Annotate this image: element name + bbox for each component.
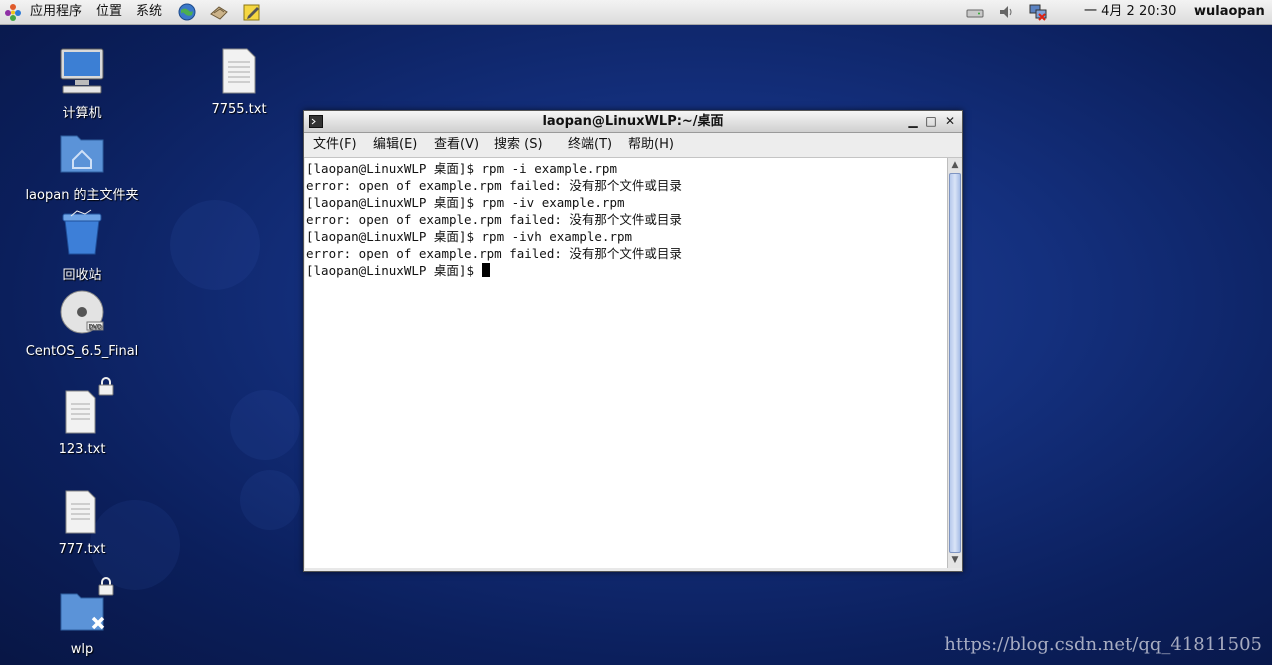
text-file-icon [65, 490, 96, 534]
desktop-icon-label: 计算机 [62, 106, 102, 121]
desktop-icon-label: wlp [70, 642, 94, 657]
desktop-icon-777-txt[interactable]: 777.txt [12, 486, 152, 557]
background-bubble [170, 200, 260, 290]
scroll-up-icon[interactable]: ▲ [949, 159, 961, 172]
lock-icon [98, 377, 114, 396]
desktop-icon-label: 回收站 [62, 268, 102, 283]
desktop-icon-label: 7755.txt [211, 102, 267, 117]
desktop-icon-dvd[interactable]: DVD CentOS_6.5_Final [12, 288, 152, 359]
text-file-icon [222, 48, 256, 94]
terminal-icon [309, 115, 323, 128]
applications-menu-icon[interactable] [3, 2, 23, 22]
desktop-icon-trash[interactable]: 回收站 [12, 208, 152, 283]
web-browser-icon[interactable] [177, 2, 197, 22]
background-bubble [230, 390, 300, 460]
desktop-icon-wlp[interactable]: wlp [12, 586, 152, 657]
vertical-scrollbar[interactable]: ▲ ▼ [947, 158, 962, 568]
scrollbar-thumb[interactable] [949, 173, 961, 553]
text-editor-icon[interactable] [242, 2, 262, 22]
top-panel: 应用程序 位置 系统 一 4月 2 20:30 wulaopan [0, 0, 1272, 25]
desktop-icon-home-folder[interactable]: laopan 的主文件夹 [12, 128, 152, 203]
close-button[interactable]: ✕ [943, 114, 957, 128]
mail-client-icon[interactable] [209, 2, 229, 22]
window-title: laopan@LinuxWLP:~/桌面 [542, 114, 724, 129]
terminal-prompt: [laopan@LinuxWLP 桌面]$ [306, 263, 482, 278]
clock[interactable]: 一 4月 2 20:30 [1084, 0, 1176, 24]
menu-file[interactable]: 文件(F) [313, 133, 357, 157]
menu-help[interactable]: 帮助(H) [628, 133, 674, 157]
scroll-down-icon[interactable]: ▼ [949, 554, 961, 567]
terminal-window[interactable]: laopan@LinuxWLP:~/桌面 ▁ □ ✕ 文件(F) 编辑(E) 查… [303, 110, 963, 572]
home-folder-icon [60, 135, 104, 173]
terminal-prompt-line: [laopan@LinuxWLP 桌面]$ [306, 262, 490, 279]
background-bubble [240, 470, 300, 530]
trash-icon [62, 209, 102, 255]
dvd-icon: DVD [60, 290, 104, 334]
menu-system[interactable]: 系统 [136, 0, 162, 24]
watermark: https://blog.csdn.net/qq_41811505 [944, 634, 1262, 655]
desktop-icon-label: CentOS_6.5_Final [25, 344, 139, 359]
lock-icon [98, 577, 114, 596]
network-drive-icon[interactable] [965, 2, 985, 22]
menu-search[interactable]: 搜索 (S) [494, 133, 543, 157]
desktop-icon-label: 777.txt [58, 542, 106, 557]
desktop-icon-label: 123.txt [58, 442, 106, 457]
terminal-titlebar[interactable]: laopan@LinuxWLP:~/桌面 ▁ □ ✕ [304, 111, 962, 133]
desktop-icon-7755-txt[interactable]: 7755.txt [169, 46, 309, 117]
text-cursor [481, 263, 490, 277]
maximize-button[interactable]: □ [924, 114, 938, 128]
menu-places[interactable]: 位置 [96, 0, 122, 24]
volume-icon[interactable] [997, 2, 1017, 22]
desktop-icon-123-txt[interactable]: 123.txt [12, 386, 152, 457]
computer-icon [60, 48, 104, 94]
terminal-line: [laopan@LinuxWLP 桌面]$ rpm -i example.rpm [306, 161, 617, 176]
terminal-output[interactable]: [laopan@LinuxWLP 桌面]$ rpm -i example.rpm… [305, 158, 947, 568]
desktop-icon-computer[interactable]: 计算机 [12, 46, 152, 121]
menu-edit[interactable]: 编辑(E) [373, 133, 417, 157]
minimize-button[interactable]: ▁ [906, 114, 920, 128]
terminal-line: error: open of example.rpm failed: 没有那个文… [306, 212, 682, 227]
menu-applications[interactable]: 应用程序 [30, 0, 82, 24]
desktop-icon-label: laopan 的主文件夹 [25, 188, 139, 203]
svg-text:DVD: DVD [88, 324, 102, 331]
terminal-line: error: open of example.rpm failed: 没有那个文… [306, 246, 682, 261]
user-name[interactable]: wulaopan [1194, 0, 1265, 24]
terminal-menubar: 文件(F) 编辑(E) 查看(V) 搜索 (S) 终端(T) 帮助(H) [304, 133, 962, 158]
terminal-line: [laopan@LinuxWLP 桌面]$ rpm -ivh example.r… [306, 229, 633, 244]
menu-terminal[interactable]: 终端(T) [568, 133, 612, 157]
terminal-line: error: open of example.rpm failed: 没有那个文… [306, 178, 682, 193]
network-disconnected-icon[interactable] [1028, 2, 1048, 22]
menu-view[interactable]: 查看(V) [434, 133, 479, 157]
terminal-line: [laopan@LinuxWLP 桌面]$ rpm -iv example.rp… [306, 195, 625, 210]
